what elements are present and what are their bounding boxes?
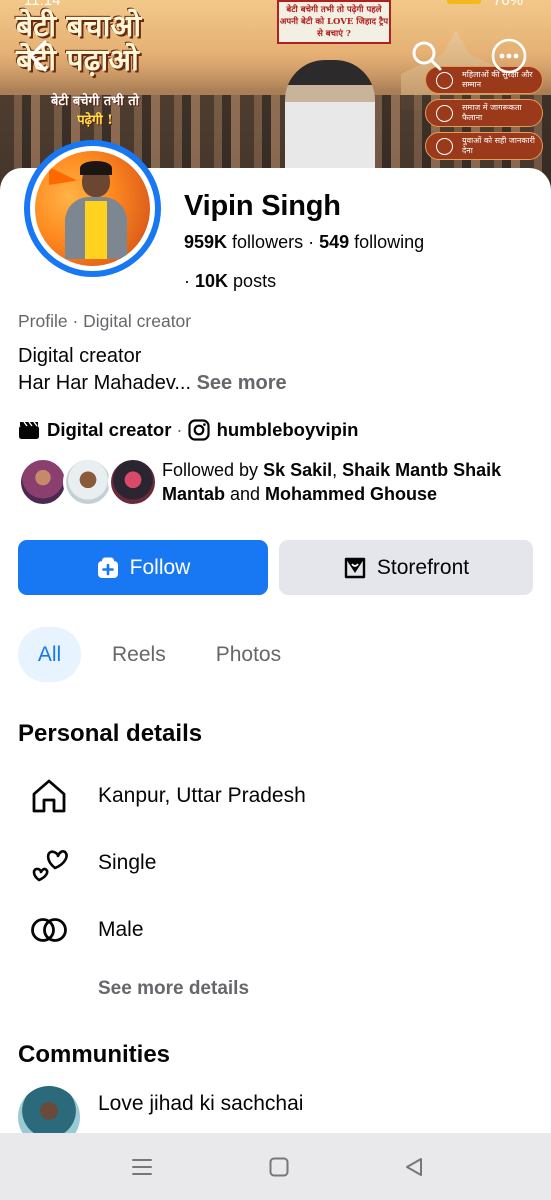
- avatar-shirt-graphic: [85, 201, 107, 259]
- followers-count: 959K: [184, 232, 228, 252]
- follow-button-label: Follow: [129, 555, 191, 579]
- more-dots-icon: [491, 38, 527, 74]
- profile-category: Profile · Digital creator: [18, 311, 192, 331]
- mutual-and: and: [225, 484, 266, 504]
- tab-all[interactable]: All: [18, 627, 81, 682]
- bio-line-2: Har Har Mahadev...: [18, 372, 192, 394]
- storefront-button-label: Storefront: [376, 555, 470, 579]
- cover-subline-1: बेटी बचेगी तभी तो: [51, 94, 139, 109]
- shopping-bag-icon: [343, 556, 367, 580]
- communities-title: Communities: [18, 1041, 171, 1068]
- search-button[interactable]: [407, 36, 447, 76]
- following-label: following: [354, 232, 425, 252]
- profile-avatar[interactable]: [24, 140, 161, 277]
- detail-relationship: Single: [28, 843, 156, 883]
- cover-side-panel: युवाओं को सही जानकारी देना: [425, 132, 543, 160]
- graduation-cap-icon: [436, 138, 453, 155]
- personal-details-title: Personal details: [18, 720, 203, 747]
- status-battery: 76%: [492, 0, 523, 9]
- hearts-icon: [28, 843, 70, 883]
- tab-reels[interactable]: Reels: [112, 643, 166, 667]
- mutual-followers-text: Followed by Sk Sakil, Shaik Mantb Shaik …: [162, 458, 542, 506]
- community-name: Love jihad ki sachchai: [98, 1092, 304, 1115]
- gender-text: Male: [98, 918, 144, 941]
- cover-side-panels: महिलाओं की सुरक्षा और सम्मान समाज में जा…: [425, 66, 543, 165]
- back-button[interactable]: [18, 36, 58, 76]
- location-text: Kanpur, Uttar Pradesh: [98, 784, 306, 807]
- square-icon: [269, 1157, 289, 1177]
- battery-icon: [447, 0, 481, 4]
- profile-tabs: All Reels Photos: [18, 627, 331, 682]
- mutual-avatar: [63, 457, 113, 507]
- see-more-details-link[interactable]: See more details: [98, 978, 249, 1000]
- detail-location: Kanpur, Uttar Pradesh: [28, 776, 306, 816]
- meta-separator: ·: [176, 419, 183, 440]
- chevron-left-icon: [29, 40, 47, 72]
- cover-side-panel: समाज में जागरूकता फैलाना: [425, 99, 543, 127]
- follow-plus-icon: [96, 556, 120, 580]
- stats-separator: ·: [184, 271, 195, 291]
- system-nav-bar: [0, 1133, 551, 1200]
- followers-label: followers: [232, 232, 304, 252]
- detail-gender: Male: [28, 910, 144, 950]
- creator-label: Digital creator: [47, 419, 172, 440]
- profile-stats: 959K followers · 549 following: [184, 232, 424, 253]
- see-more-link[interactable]: See more: [197, 372, 287, 394]
- stats-separator: ·: [308, 232, 320, 252]
- home-icon: [28, 776, 70, 816]
- profile-bio: Digital creator Har Har Mahadev... See m…: [18, 343, 287, 397]
- mutual-separator: ,: [332, 460, 343, 480]
- system-back-button[interactable]: [394, 1153, 434, 1181]
- menu-lines-icon: [132, 1159, 152, 1175]
- posts-stat: · 10K posts: [184, 271, 276, 292]
- mutual-avatar: [18, 457, 68, 507]
- cover-subline: बेटी बचेगी तभी तो पढ़ेगी !: [40, 92, 150, 130]
- avatar-flag-graphic: [49, 167, 77, 185]
- cover-subline-2: पढ़ेगी !: [77, 113, 113, 128]
- more-options-button[interactable]: [489, 36, 529, 76]
- side-panel-text: समाज में जागरूकता फैलाना: [462, 103, 522, 122]
- avatar-hair-graphic: [80, 161, 112, 175]
- triangle-back-icon: [406, 1158, 422, 1176]
- profile-name: Vipin Singh: [184, 190, 341, 222]
- mutual-followers[interactable]: Followed by Sk Sakil, Shaik Mantb Shaik …: [18, 455, 538, 511]
- clapperboard-icon: [19, 421, 39, 439]
- recent-apps-button[interactable]: [122, 1153, 162, 1181]
- bio-line-1: Digital creator: [18, 345, 142, 367]
- mutual-name: Sk Sakil: [263, 460, 333, 480]
- following-count: 549: [319, 232, 350, 252]
- profile-meta-row: Digital creator · humbleboyvipin: [18, 418, 358, 442]
- status-time: 11:14: [24, 0, 61, 9]
- following-link[interactable]: 549 following: [319, 232, 424, 252]
- posts-label: posts: [233, 271, 277, 291]
- storefront-button[interactable]: Storefront: [279, 540, 533, 595]
- side-panel-text: युवाओं को सही जानकारी देना: [462, 136, 535, 155]
- relationship-text: Single: [98, 851, 157, 874]
- mutual-name: Mohammed Ghouse: [265, 484, 438, 504]
- community-item[interactable]: Love jihad ki sachchai: [18, 1086, 538, 1148]
- mutual-prefix: Followed by: [162, 460, 264, 480]
- mutual-avatar: [108, 457, 158, 507]
- avatar-image: [35, 151, 150, 266]
- posts-count: 10K: [195, 271, 229, 291]
- search-icon: [412, 41, 442, 71]
- instagram-icon: [187, 419, 210, 441]
- home-button[interactable]: [259, 1153, 299, 1181]
- instagram-handle-link[interactable]: humbleboyvipin: [217, 419, 359, 441]
- follow-button[interactable]: Follow: [18, 540, 268, 595]
- tab-photos[interactable]: Photos: [216, 643, 281, 667]
- gender-rings-icon: [28, 910, 70, 950]
- status-bar: 11:14 76%: [0, 0, 551, 10]
- followers-link[interactable]: 959K followers: [184, 232, 303, 252]
- megaphone-icon: [436, 105, 453, 122]
